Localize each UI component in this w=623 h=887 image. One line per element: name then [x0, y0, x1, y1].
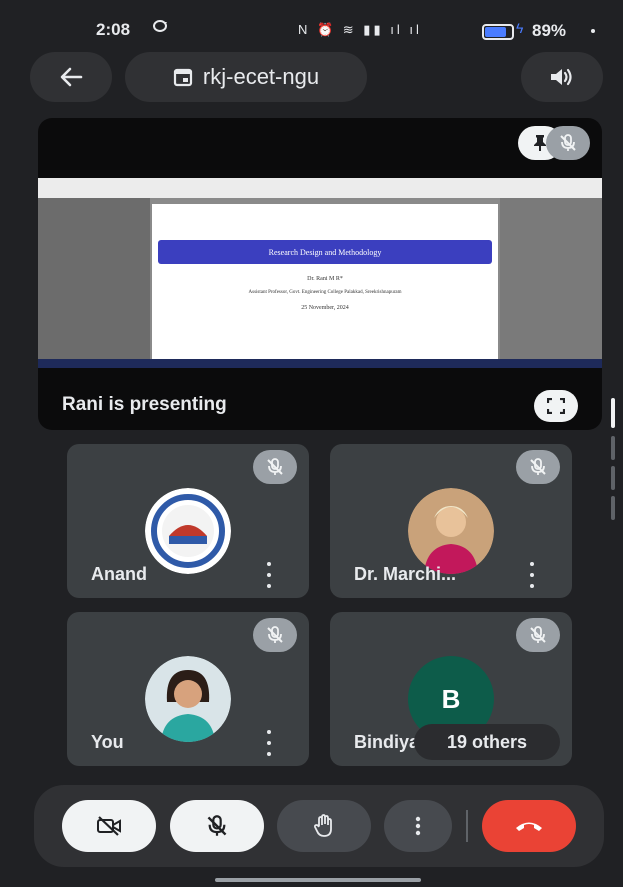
- mic-off-icon: [267, 626, 283, 643]
- meeting-info-button[interactable]: rkj-ecet-ngu: [125, 52, 367, 102]
- participant-name: Dr. Marchi...: [354, 564, 457, 584]
- muted-badge: [253, 450, 297, 484]
- muted-badge: [516, 618, 560, 652]
- hang-up-icon: [516, 822, 542, 831]
- slide-title: Research Design and Methodology: [158, 240, 492, 264]
- slide: Research Design and Methodology Dr. Rani…: [152, 204, 498, 364]
- mic-off-icon: [207, 815, 227, 836]
- more-options-button[interactable]: [263, 730, 275, 756]
- scrollbar-track: [611, 496, 615, 520]
- system-status-icons: N ⏰ ≋ ▮▮ ıl ıl: [298, 22, 422, 37]
- more-options-button[interactable]: [263, 562, 275, 588]
- audio-output-button[interactable]: [521, 52, 603, 102]
- muted-badge: [516, 450, 560, 484]
- back-button[interactable]: [30, 52, 112, 102]
- avatar: [408, 488, 494, 574]
- calendar-icon: [173, 68, 193, 87]
- muted-badge: [253, 618, 297, 652]
- more-options-button[interactable]: [526, 562, 538, 588]
- slide-affiliation: Assistant Professor, Govt. Engineering C…: [248, 290, 402, 295]
- status-bar: 2:08 N ⏰ ≋ ▮▮ ıl ıl ϟ 89%: [0, 10, 623, 50]
- presenter-label: Rani is presenting: [62, 394, 227, 415]
- battery-level-fill: [485, 27, 506, 37]
- raise-hand-button[interactable]: [277, 800, 371, 852]
- slide-author: Dr. Rani M R*: [307, 276, 343, 282]
- mic-off-icon: [560, 134, 576, 151]
- participant-name: Bindiya: [354, 732, 420, 752]
- screen-footer: [38, 359, 602, 368]
- screen-toolbar: [38, 178, 602, 198]
- mic-toggle-button[interactable]: [170, 800, 264, 852]
- charging-icon: ϟ: [516, 20, 524, 36]
- notification-dot: [591, 29, 595, 33]
- scrollbar-thumb[interactable]: [611, 398, 615, 428]
- participant-tile[interactable]: Dr. Marchi...: [330, 444, 572, 598]
- hand-icon: [314, 814, 332, 837]
- mic-off-icon: [530, 458, 546, 475]
- call-controls: [34, 785, 604, 867]
- mic-off-icon: [530, 626, 546, 643]
- battery-percent: 89%: [532, 21, 567, 40]
- fullscreen-icon: [547, 398, 565, 414]
- slide-date: 25 November, 2024: [301, 305, 349, 311]
- presentation-tile[interactable]: Research Design and Methodology Dr. Rani…: [38, 118, 602, 430]
- camera-off-icon: [97, 816, 121, 836]
- participant-name: Anand: [91, 564, 147, 584]
- arrow-back-icon: [60, 67, 83, 87]
- avatar: [145, 488, 231, 574]
- shared-screen: Research Design and Methodology Dr. Rani…: [38, 178, 602, 368]
- speaker-icon: [551, 68, 572, 86]
- others-chip[interactable]: 19 others: [414, 724, 560, 760]
- more-options-button[interactable]: [384, 800, 452, 852]
- sync-icon: [152, 19, 168, 38]
- participant-tile[interactable]: You: [67, 612, 309, 766]
- screen-left-pane: [38, 198, 150, 368]
- battery-icon: [482, 24, 514, 40]
- camera-toggle-button[interactable]: [62, 800, 156, 852]
- status-time: 2:08: [96, 20, 131, 39]
- scrollbar-track: [611, 466, 615, 490]
- avatar: [145, 656, 231, 742]
- presenter-muted-badge: [546, 126, 590, 160]
- divider: [466, 810, 468, 842]
- mic-off-icon: [267, 458, 283, 475]
- end-call-button[interactable]: [482, 800, 576, 852]
- meeting-code: rkj-ecet-ngu: [202, 64, 320, 89]
- fullscreen-button[interactable]: [534, 390, 578, 422]
- screen-right-pane: [500, 198, 602, 368]
- scrollbar-track: [611, 436, 615, 460]
- participant-tile[interactable]: Anand: [67, 444, 309, 598]
- participant-name: You: [91, 732, 124, 752]
- home-indicator[interactable]: [215, 878, 421, 882]
- more-vert-icon: [415, 816, 421, 836]
